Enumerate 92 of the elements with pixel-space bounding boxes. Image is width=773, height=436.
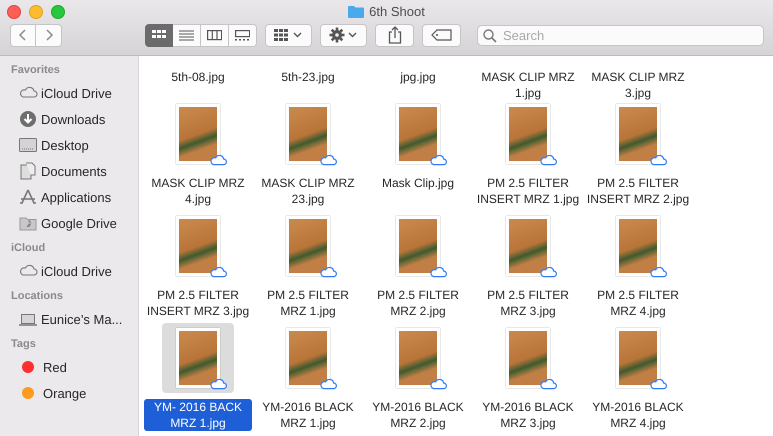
file-name[interactable]: YM-2016 BLACK MRZ 1.jpg [254,399,362,431]
view-button[interactable] [201,24,229,46]
sidebar-item[interactable]: Downloads [0,106,138,132]
cloud-icon [319,265,338,278]
sidebar-item[interactable]: Applications [0,184,138,210]
file-name[interactable]: MASK CLIP MRZ 3.jpg [584,69,692,101]
file-name[interactable]: YM-2016 BLACK MRZ 4.jpg [584,399,692,431]
file-name[interactable]: 5th-23.jpg [279,69,337,85]
view-button[interactable] [145,24,173,46]
file-name[interactable]: 5th-08.jpg [169,69,227,85]
file-name[interactable]: MASK CLIP MRZ 1.jpg [474,69,582,101]
file-name[interactable]: Mask Clip.jpg [380,175,456,191]
forward-button[interactable] [36,24,62,46]
cloud-icon [429,377,448,390]
columns-icon [207,30,222,40]
tag-button[interactable] [422,24,461,46]
cloud-icon [209,265,228,278]
tag-icon [430,29,452,41]
chevron-right-icon [44,28,54,42]
file-name[interactable]: MASK CLIP MRZ 4.jpg [144,175,252,207]
file-name[interactable]: YM-2016 BLACK MRZ 3.jpg [474,399,582,431]
file-name[interactable]: PM 2.5 FILTER INSERT MRZ 3.jpg [144,287,252,319]
photo-placeholder[interactable] [506,216,550,276]
action-button[interactable] [320,24,367,46]
grid-icon [274,29,304,41]
cloud-icon [209,377,228,390]
sidebar-item[interactable]: Orange [0,380,138,406]
view-button[interactable] [229,24,257,46]
cloud-icon [539,153,558,166]
close-button[interactable] [7,5,21,19]
photo-placeholder[interactable] [396,328,440,388]
list-icon [179,30,194,40]
sidebar-item[interactable]: Documents [0,158,138,184]
photo-placeholder[interactable] [396,104,440,164]
desktop-icon [18,136,38,154]
file-name[interactable]: PM 2.5 FILTER INSERT MRZ 1.jpg [474,175,582,207]
file-name[interactable]: YM- 2016 BACK MRZ 1.jpg [144,399,252,431]
cloud-icon [649,265,668,278]
photo-placeholder[interactable] [176,216,220,276]
file-name[interactable]: PM 2.5 FILTER MRZ 3.jpg [474,287,582,319]
file-name[interactable]: PM 2.5 FILTER MRZ 4.jpg [584,287,692,319]
photo-placeholder[interactable] [616,216,660,276]
chevron-left-icon [18,28,28,42]
photo-placeholder[interactable] [286,104,330,164]
window-title: 6th Shoot [369,4,425,18]
photo-placeholder[interactable] [506,328,550,388]
share-button[interactable] [375,24,414,46]
section-heading: Tags [10,337,37,352]
icon-view-icon [152,30,166,40]
file-name[interactable]: MASK CLIP MRZ 23.jpg [254,175,362,207]
view-button[interactable] [173,24,201,46]
photo-placeholder[interactable] [176,104,220,164]
section-heading: iCloud [10,241,46,256]
sidebar-item[interactable]: Desktop [0,132,138,158]
photo-placeholder[interactable] [616,328,660,388]
folder-icon [348,4,364,18]
sidebar-item[interactable]: Google Drive [0,210,138,236]
search-field[interactable]: Search [477,24,764,46]
cloud-icon [649,153,668,166]
cloud-icon [319,377,338,390]
file-name[interactable]: jpg.jpg [398,69,438,85]
file-name[interactable]: PM 2.5 FILTER INSERT MRZ 2.jpg [584,175,692,207]
file-name[interactable]: YM-2016 BLACK MRZ 2.jpg [364,399,472,431]
photo-placeholder[interactable] [506,104,550,164]
file-name[interactable]: PM 2.5 FILTER MRZ 1.jpg [254,287,362,319]
file-name[interactable]: PM 2.5 FILTER MRZ 2.jpg [364,287,472,319]
download-icon [18,110,38,128]
sidebar-item[interactable]: Red [0,354,138,380]
documents-icon [18,162,38,180]
cloud-icon [649,377,668,390]
back-button[interactable] [10,24,36,46]
sidebar-item[interactable]: iCloud Drive [0,80,138,106]
group-button[interactable] [265,24,312,46]
applications-icon [18,188,38,206]
gallery-icon [235,30,250,40]
photo-placeholder[interactable] [396,216,440,276]
section-heading: Favorites [10,63,61,78]
sidebar-item[interactable]: iCloud Drive [0,258,138,284]
cloud-icon [539,377,558,390]
cloud-icon [429,265,448,278]
cloud-icon [319,153,338,166]
cloud-icon [539,265,558,278]
photo-placeholder[interactable] [616,104,660,164]
cloud-icon [429,153,448,166]
gear-icon [328,27,358,43]
section-heading: Locations [10,289,64,304]
cloud-icon [209,153,228,166]
sidebar-item[interactable]: Eunice’s Ma... [0,306,138,332]
photo-placeholder[interactable] [286,328,330,388]
share-icon [388,26,402,44]
photo-placeholder[interactable] [176,328,220,388]
photo-placeholder[interactable] [286,216,330,276]
